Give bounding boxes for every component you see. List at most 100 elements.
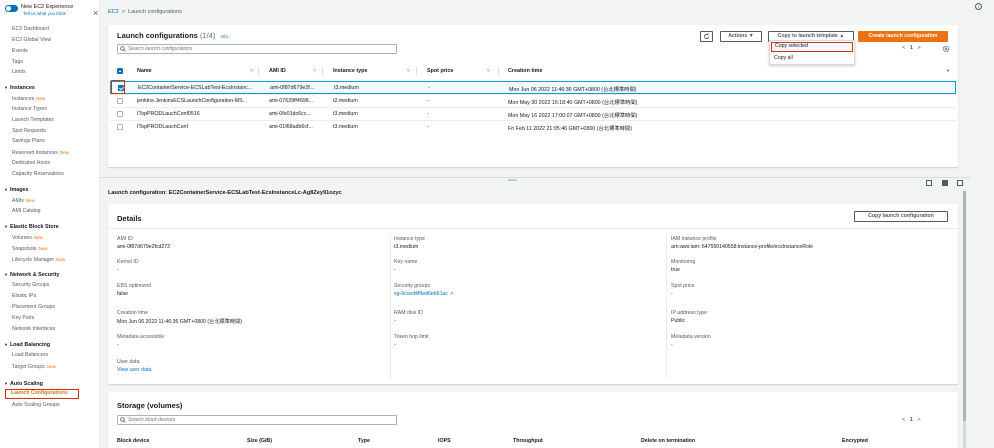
cell-name[interactable]: jenkins-JenkinsECSLaunchConfiguration-MS… bbox=[137, 98, 252, 104]
sidebar-section-load-balancing[interactable]: ▼ Load Balancing bbox=[4, 341, 50, 349]
sidebar-item-ami-catalog[interactable]: AMI Catalog bbox=[12, 208, 41, 215]
sidebar-item-security-groups[interactable]: Security Groups bbox=[12, 282, 49, 289]
row-checkbox[interactable] bbox=[117, 98, 123, 104]
sidebar-item-reserved-instances[interactable]: Reserved Instances New bbox=[12, 149, 69, 157]
sidebar-item-limits[interactable]: Limits bbox=[12, 69, 26, 76]
side-panel-icon[interactable] bbox=[957, 180, 963, 186]
copy-launch-configuration-button[interactable]: Copy launch configuration bbox=[854, 211, 948, 222]
sidebar-item-savings-plans[interactable]: Savings Plans bbox=[12, 138, 45, 145]
sidebar-item-dedicated-hosts[interactable]: Dedicated Hosts bbox=[12, 160, 50, 167]
sidebar-item-label: Reserved Instances bbox=[12, 150, 58, 156]
refresh-button[interactable] bbox=[700, 31, 713, 42]
highlight-box bbox=[111, 80, 125, 94]
sort-ami-icon[interactable]: ▽ bbox=[313, 68, 316, 73]
caret-down-icon[interactable]: ▼ bbox=[4, 271, 8, 278]
current-page[interactable]: 1 bbox=[910, 417, 913, 423]
column-header-spot-price[interactable]: Spot price bbox=[427, 68, 453, 74]
copy-all-option[interactable]: Copy all bbox=[771, 53, 853, 63]
sidebar-item-auto-scaling-groups[interactable]: Auto Scaling Groups bbox=[12, 402, 60, 409]
sidebar-item-placement-groups[interactable]: Placement Groups bbox=[12, 304, 55, 311]
sidebar-item-tags[interactable]: Tags bbox=[12, 59, 23, 66]
table-row[interactable]: EC2ContainerService-ECSLabTest-EcsInstan… bbox=[110, 81, 956, 94]
sidebar-item-ec2-dashboard[interactable]: EC2 Dashboard bbox=[12, 26, 49, 33]
info-icon[interactable]: i bbox=[975, 3, 982, 10]
sidebar-item-ec2-global-view[interactable]: EC2 Global View bbox=[12, 37, 51, 44]
sidebar-item-label: Spot Requests bbox=[12, 128, 47, 134]
sidebar-section-instances[interactable]: ▼ Instances bbox=[4, 84, 35, 92]
copy-selected-option[interactable]: Copy selected bbox=[771, 42, 853, 52]
security-group-link[interactable]: sg-0cced4f9ed6eb61ac bbox=[394, 291, 448, 297]
bottom-panel-icon[interactable] bbox=[942, 180, 948, 186]
next-page-button[interactable]: > bbox=[917, 417, 920, 423]
current-page[interactable]: 1 bbox=[910, 45, 913, 51]
sidebar-item-volumes[interactable]: Volumes New bbox=[12, 234, 43, 242]
external-link-icon[interactable]: ↗ bbox=[449, 291, 453, 297]
search-input[interactable] bbox=[117, 44, 397, 54]
prev-page-button[interactable]: < bbox=[902, 45, 905, 51]
sidebar-item-snapshots[interactable]: Snapshots New bbox=[12, 245, 48, 253]
sort-type-icon[interactable]: ▽ bbox=[407, 68, 410, 73]
block-device-search-field[interactable] bbox=[128, 416, 388, 424]
sidebar-section-network-security[interactable]: ▼ Network & Security bbox=[4, 271, 59, 279]
sort-name-icon[interactable]: ▽ bbox=[250, 68, 253, 73]
column-header-name[interactable]: Name bbox=[137, 68, 152, 74]
info-link[interactable]: Info bbox=[220, 34, 228, 39]
sidebar-item-capacity-reservations[interactable]: Capacity Reservations bbox=[12, 171, 64, 178]
search-icon bbox=[120, 46, 126, 52]
resize-handle[interactable]: === bbox=[508, 178, 517, 184]
caret-down-icon[interactable]: ▼ bbox=[4, 223, 8, 230]
sidebar-item-instances[interactable]: Instances New bbox=[12, 95, 45, 103]
sidebar-section-elastic-block-store[interactable]: ▼ Elastic Block Store bbox=[4, 223, 59, 231]
scrollbar-thumb[interactable] bbox=[963, 191, 966, 421]
row-checkbox[interactable] bbox=[117, 111, 123, 117]
caret-down-icon[interactable]: ▼ bbox=[4, 380, 8, 387]
sort-creation-icon[interactable]: ▼ bbox=[946, 68, 950, 73]
sidebar-item-target-groups[interactable]: Target Groups New bbox=[12, 363, 56, 371]
sidebar-item-amis[interactable]: AMIs New bbox=[12, 197, 35, 205]
create-launch-configuration-button[interactable]: Create launch configuration bbox=[858, 31, 948, 42]
view-user-data-link[interactable]: View user data bbox=[117, 367, 151, 373]
new-experience-toggle-group: New EC2 Experience Tell us what you thin… bbox=[5, 3, 98, 19]
sidebar-section-auto-scaling[interactable]: ▼ Auto Scaling bbox=[4, 380, 43, 388]
prev-page-button[interactable]: < bbox=[902, 417, 905, 423]
table-row[interactable]: ITopPRODLauchConf0516 ami-0fe01dc6cc... t3… bbox=[110, 107, 956, 120]
sidebar-section-images[interactable]: ▼ Images bbox=[4, 186, 29, 194]
breadcrumb-ec2[interactable]: EC2 bbox=[108, 9, 119, 15]
cell-name[interactable]: ITopPRODLauchConf bbox=[137, 124, 252, 130]
table-row[interactable]: ITopPRODLauchConf ami-01f68adb6cf... t3.me… bbox=[110, 120, 956, 133]
sidebar-item-lifecycle-manager[interactable]: Lifecycle Manager New bbox=[12, 256, 65, 264]
sidebar-item-events[interactable]: Events bbox=[12, 48, 28, 55]
sidebar-item-spot-requests[interactable]: Spot Requests bbox=[12, 128, 46, 135]
caret-down-icon[interactable]: ▼ bbox=[4, 84, 8, 91]
sort-spot-icon[interactable]: ▽ bbox=[487, 68, 490, 73]
actions-button[interactable]: Actions ▼ bbox=[720, 31, 762, 42]
new-experience-toggle[interactable] bbox=[5, 5, 18, 12]
next-page-button[interactable]: > bbox=[917, 45, 920, 51]
split-view-icon[interactable] bbox=[926, 180, 932, 186]
caret-down-icon[interactable]: ▼ bbox=[4, 341, 8, 348]
cell-name[interactable]: EC2ContainerService-ECSLabTest-EcsInstan… bbox=[138, 85, 253, 91]
close-icon[interactable]: × bbox=[93, 9, 98, 18]
column-header-block-device: Block device bbox=[117, 438, 150, 444]
sidebar-item-launch-configurations[interactable]: Launch Configurations bbox=[5, 389, 79, 399]
sidebar-item-load-balancers[interactable]: Load Balancers bbox=[12, 352, 48, 359]
select-all-checkbox[interactable] bbox=[117, 68, 123, 74]
search-field[interactable] bbox=[128, 45, 388, 53]
column-header-instance-type[interactable]: Instance type bbox=[333, 68, 367, 74]
sidebar-item-instance-types[interactable]: Instance Types bbox=[12, 106, 47, 113]
caret-down-icon[interactable]: ▼ bbox=[4, 186, 8, 193]
cell-name[interactable]: ITopPRODLauchConf0516 bbox=[137, 111, 252, 117]
row-checkbox[interactable] bbox=[117, 124, 123, 130]
column-header-creation-time[interactable]: Creation time bbox=[508, 68, 542, 74]
sidebar-item-network-interfaces[interactable]: Network Interfaces bbox=[12, 326, 55, 333]
feedback-link[interactable]: Tell us what you think bbox=[23, 11, 66, 16]
sidebar-item-launch-templates[interactable]: Launch Templates bbox=[12, 117, 54, 124]
block-device-search[interactable] bbox=[117, 415, 397, 425]
table-row[interactable]: jenkins-JenkinsECSLaunchConfiguration-MS… bbox=[110, 94, 956, 107]
gear-icon[interactable] bbox=[942, 45, 950, 53]
sidebar-item-label: Elastic IPs bbox=[12, 293, 37, 299]
sidebar-item-key-pairs[interactable]: Key Pairs bbox=[12, 315, 34, 322]
column-header-ami-id[interactable]: AMI ID bbox=[269, 68, 286, 74]
sidebar-item-elastic-ips[interactable]: Elastic IPs bbox=[12, 293, 36, 300]
panel-splitter[interactable] bbox=[100, 177, 970, 178]
